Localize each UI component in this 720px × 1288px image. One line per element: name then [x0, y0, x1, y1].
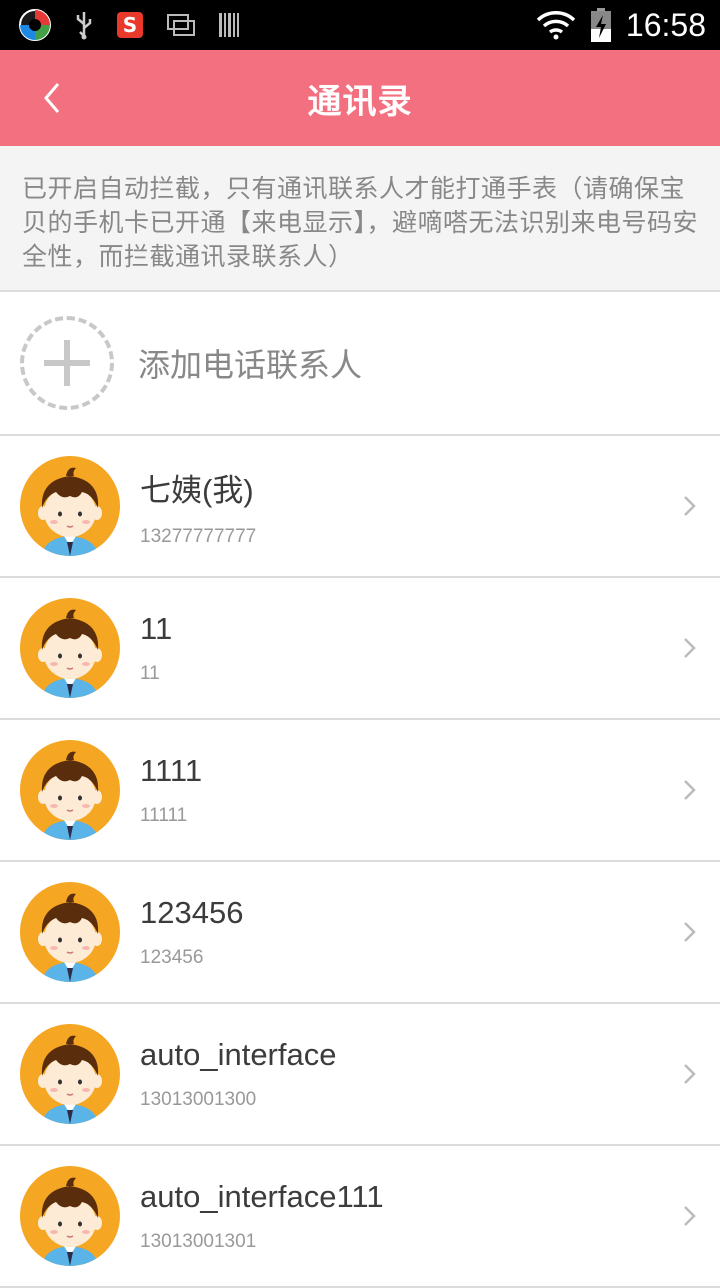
avatar: [20, 882, 120, 982]
contact-text: 123456 123456: [140, 895, 680, 969]
avatar: [20, 456, 120, 556]
contact-text: auto_interface111 13013001301: [140, 1179, 680, 1253]
add-circle-icon: [20, 316, 114, 410]
back-button[interactable]: [22, 68, 82, 128]
svg-text:S: S: [123, 13, 137, 37]
contact-row[interactable]: 1111 11111: [0, 720, 720, 862]
contact-phone: 13013001300: [140, 1089, 257, 1110]
contact-phone: 13013001301: [140, 1231, 257, 1252]
contact-list: 七姨(我) 13277777777 11 11 1111 11111 12345…: [0, 436, 720, 1288]
contact-text: 1111 11111: [140, 753, 680, 827]
contact-row[interactable]: auto_interface 13013001300: [0, 1004, 720, 1146]
chevron-right-icon: [684, 1064, 696, 1084]
contact-text: auto_interface 13013001300: [140, 1037, 680, 1111]
barcode-icon: [218, 12, 240, 38]
avatar: [20, 1024, 120, 1124]
sogou-icon: S: [116, 11, 144, 39]
status-bar-left-icons: S: [18, 8, 240, 42]
contact-name: 七姨(我): [140, 472, 254, 508]
page-title: 通讯录: [307, 81, 413, 122]
contact-text: 七姨(我) 13277777777: [140, 465, 680, 548]
contact-row[interactable]: 11 11: [0, 578, 720, 720]
contact-name: auto_interface: [140, 1037, 337, 1072]
chevron-right-icon: [684, 1206, 696, 1226]
contact-name: 123456: [140, 895, 244, 930]
interception-notice: 已开启自动拦截，只有通讯联系人才能打通手表（请确保宝贝的手机卡已开通【来电显示】…: [0, 146, 720, 292]
chevron-left-icon: [44, 83, 60, 113]
status-bar-right: 16:58: [536, 7, 706, 44]
wifi-icon: [536, 10, 576, 40]
contact-phone: 11111: [140, 805, 188, 826]
usb-icon: [74, 10, 94, 40]
screen-icon: [166, 13, 196, 37]
app-bar: 通讯录: [0, 50, 720, 146]
contact-phone: 11: [140, 663, 160, 684]
contact-text: 11 11: [140, 611, 680, 685]
avatar: [20, 598, 120, 698]
add-contact-label: 添加电话联系人: [138, 346, 363, 384]
contact-phone: 13277777777: [140, 525, 257, 547]
chevron-right-icon: [684, 496, 696, 516]
contact-name: 1111: [140, 753, 203, 788]
status-time: 16:58: [625, 6, 706, 43]
status-bar: S 16:58: [0, 0, 720, 50]
add-contact-button[interactable]: 添加电话联系人: [0, 292, 720, 436]
contact-row[interactable]: 123456 123456: [0, 862, 720, 1004]
contact-phone: 123456: [140, 947, 204, 968]
avatar: [20, 740, 120, 840]
app-logo-icon: [18, 8, 52, 42]
contact-row[interactable]: auto_interface111 13013001301: [0, 1146, 720, 1288]
battery-charging-icon: [590, 7, 612, 43]
chevron-right-icon: [684, 638, 696, 658]
avatar: [20, 1166, 120, 1266]
chevron-right-icon: [684, 780, 696, 800]
contact-row[interactable]: 七姨(我) 13277777777: [0, 436, 720, 578]
chevron-right-icon: [684, 922, 696, 942]
contact-name: auto_interface111: [140, 1179, 384, 1214]
contact-name: 11: [140, 611, 173, 646]
